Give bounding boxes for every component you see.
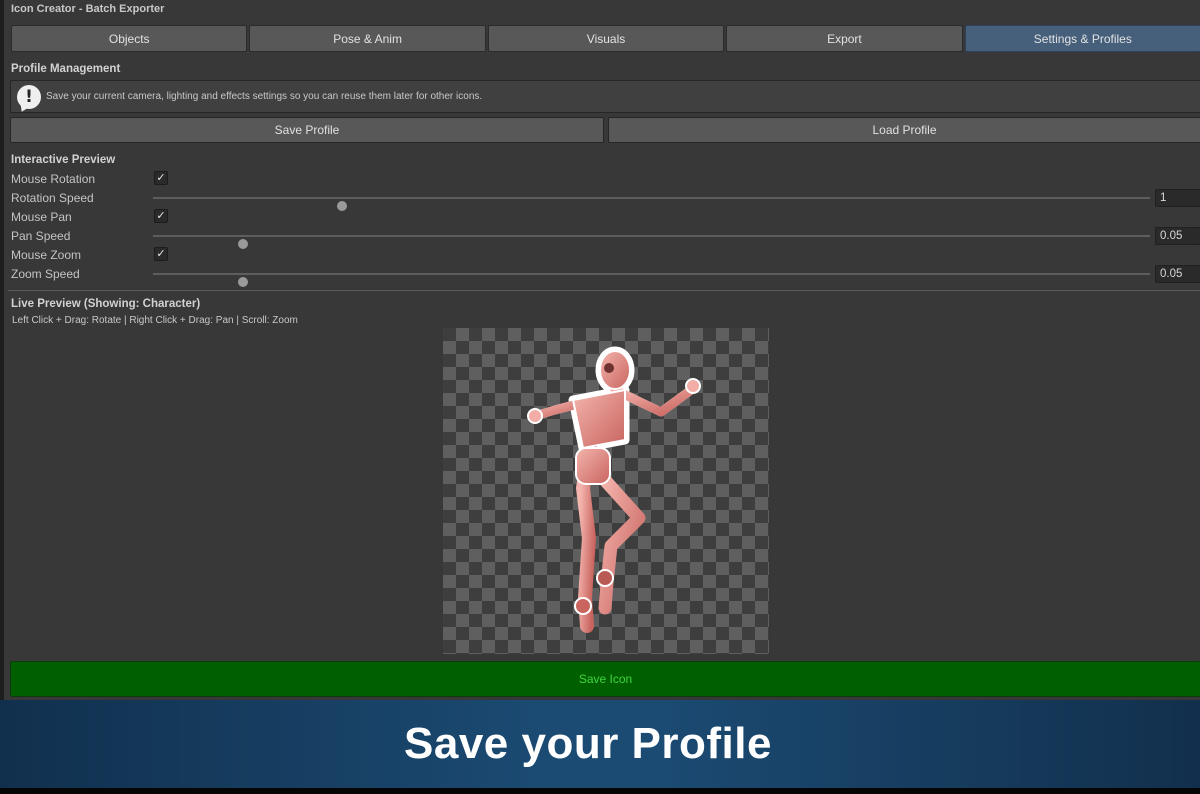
tab-pose-anim[interactable]: Pose & Anim bbox=[249, 25, 486, 52]
profile-management-heading: Profile Management bbox=[11, 63, 121, 75]
section-divider bbox=[8, 290, 1200, 291]
pan-speed-label: Pan Speed bbox=[11, 229, 71, 243]
zoom-speed-slider[interactable] bbox=[153, 273, 1150, 287]
rotation-speed-label: Rotation Speed bbox=[11, 191, 94, 205]
rotation-speed-field[interactable]: 1 bbox=[1155, 189, 1200, 207]
mouse-pan-checkbox[interactable]: ✓ bbox=[154, 209, 168, 223]
mouse-pan-label: Mouse Pan bbox=[11, 210, 72, 224]
icon-creator-window: Icon Creator - Batch Exporter Objects Po… bbox=[0, 0, 1200, 700]
help-box: ! Save your current camera, lighting and… bbox=[10, 80, 1200, 113]
mouse-rotation-checkbox[interactable]: ✓ bbox=[154, 171, 168, 185]
zoom-speed-field[interactable]: 0.05 bbox=[1155, 265, 1200, 283]
save-icon-button[interactable]: Save Icon bbox=[10, 661, 1200, 697]
character-figure bbox=[527, 346, 701, 633]
pan-speed-slider[interactable] bbox=[153, 235, 1150, 249]
mouse-zoom-label: Mouse Zoom bbox=[11, 248, 82, 262]
tab-objects[interactable]: Objects bbox=[11, 25, 248, 52]
rotation-speed-row: Rotation Speed 1 bbox=[11, 189, 1200, 211]
zoom-speed-label: Zoom Speed bbox=[11, 267, 80, 281]
live-preview-heading: Live Preview (Showing: Character) bbox=[11, 298, 201, 310]
load-profile-button[interactable]: Load Profile bbox=[608, 117, 1200, 143]
interactive-preview-heading: Interactive Preview bbox=[11, 154, 116, 166]
zoom-speed-slider-thumb[interactable] bbox=[237, 277, 248, 287]
help-text: Save your current camera, lighting and e… bbox=[46, 91, 483, 102]
rotation-speed-slider[interactable] bbox=[153, 197, 1150, 211]
save-profile-button[interactable]: Save Profile bbox=[10, 117, 604, 143]
mouse-zoom-row: Mouse Zoom ✓ bbox=[11, 246, 1200, 264]
zoom-speed-row: Zoom Speed 0.05 bbox=[11, 265, 1200, 287]
mouse-zoom-checkbox[interactable]: ✓ bbox=[154, 247, 168, 261]
bottom-edge bbox=[0, 788, 1200, 794]
tab-export[interactable]: Export bbox=[726, 25, 963, 52]
preview-controls-hint: Left Click + Drag: Rotate | Right Click … bbox=[12, 315, 298, 326]
tab-settings-profiles[interactable]: Settings & Profiles bbox=[964, 25, 1200, 52]
window-title: Icon Creator - Batch Exporter bbox=[11, 3, 165, 15]
caption-banner: Save your Profile bbox=[0, 700, 1200, 788]
banner-caption: Save your Profile bbox=[404, 719, 772, 768]
mouse-rotation-label: Mouse Rotation bbox=[11, 172, 96, 186]
mouse-rotation-row: Mouse Rotation ✓ bbox=[11, 170, 1200, 188]
mouse-pan-row: Mouse Pan ✓ bbox=[11, 208, 1200, 226]
pan-speed-row: Pan Speed 0.05 bbox=[11, 227, 1200, 249]
tab-bar: Objects Pose & Anim Visuals Export Setti… bbox=[11, 25, 1200, 52]
live-preview-viewport[interactable] bbox=[443, 328, 769, 654]
tab-visuals[interactable]: Visuals bbox=[487, 25, 725, 52]
info-speech-icon: ! bbox=[17, 84, 41, 109]
pan-speed-field[interactable]: 0.05 bbox=[1155, 227, 1200, 245]
